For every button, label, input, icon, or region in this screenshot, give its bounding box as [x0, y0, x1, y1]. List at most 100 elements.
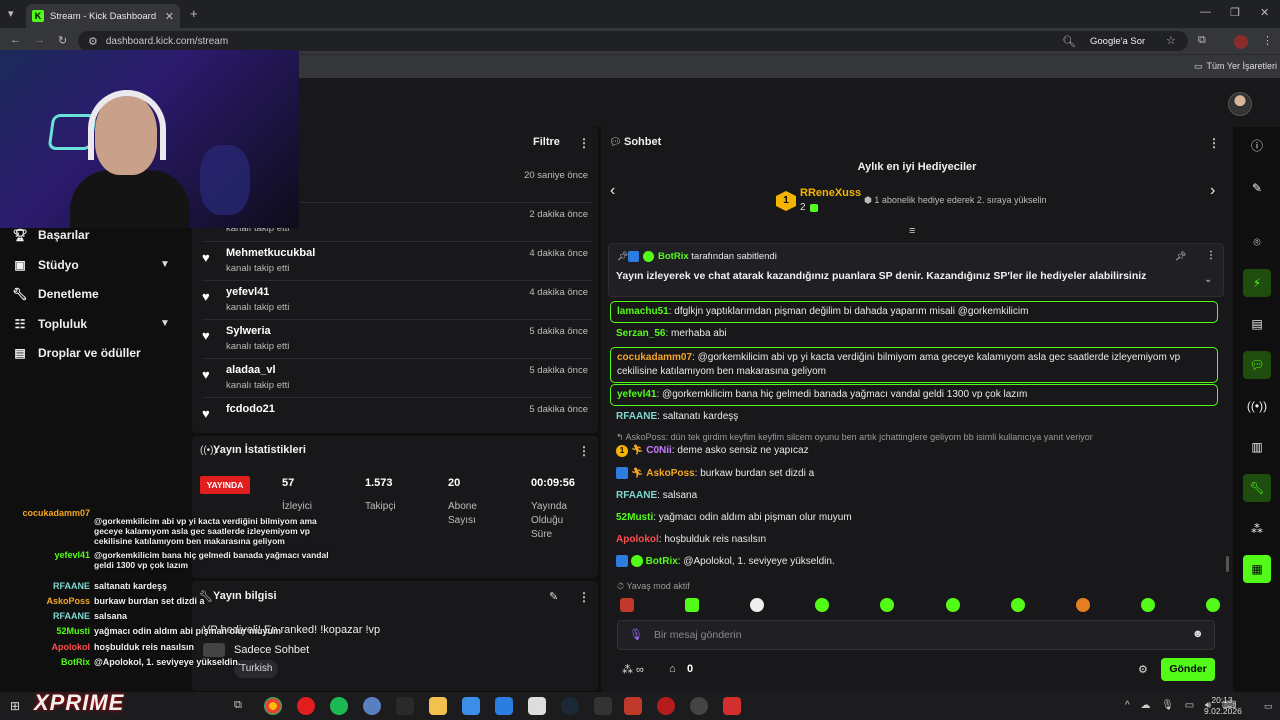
emote-icon[interactable]	[750, 598, 765, 612]
bookmark-star-icon[interactable]: ☆	[1166, 34, 1176, 47]
profile-icon[interactable]	[1234, 35, 1248, 49]
chat-message[interactable]: yefevl41: @gorkemkilicim bana hiç gelmed…	[610, 384, 1218, 406]
chat-toggle-icon[interactable]: 💬︎	[1243, 351, 1271, 379]
chevron-right-icon[interactable]: ›	[1210, 182, 1215, 200]
chat-message[interactable]: 1 🏃︎ C0Nii: deme asko sensiz ne yapıcaz	[610, 441, 1218, 461]
chat-message[interactable]: Serzan_56: merhaba abi	[610, 324, 1218, 344]
spotify-taskbar-icon[interactable]	[330, 697, 348, 715]
browser-menu-icon[interactable]: ⋮	[1262, 34, 1273, 47]
activity-user[interactable]: aladaa_vl	[226, 364, 276, 376]
chat-username[interactable]: C0Nii	[646, 445, 672, 456]
emote-icon[interactable]	[1010, 598, 1025, 612]
chat-username[interactable]: RFAANE	[616, 490, 657, 501]
app-taskbar-icon[interactable]	[363, 697, 381, 715]
emote-icon[interactable]	[880, 598, 895, 612]
chat-username[interactable]: RFAANE	[616, 411, 657, 422]
opera-taskbar-icon[interactable]	[297, 697, 315, 715]
app-taskbar-icon[interactable]	[624, 697, 642, 715]
reload-icon[interactable]: ↻	[58, 34, 67, 47]
stats-menu-icon[interactable]: ⋮	[578, 444, 590, 458]
clip-icon[interactable]: ▦	[1243, 555, 1271, 583]
notes-icon[interactable]: ▤	[1243, 310, 1271, 338]
tab-list-icon[interactable]: ▾	[8, 7, 14, 20]
chat-username[interactable]: Serzan_56	[616, 328, 665, 339]
filter-button[interactable]: Filtre	[533, 136, 560, 148]
valorant-taskbar-icon[interactable]	[723, 697, 741, 715]
chat-username[interactable]: 52Musti	[616, 512, 653, 523]
chat-message[interactable]: RFAANE: saltanatı kardeşş	[610, 407, 1218, 427]
app-taskbar-icon[interactable]	[495, 697, 513, 715]
window-close-icon[interactable]: ✕	[1260, 6, 1269, 19]
expand-pinned-icon[interactable]: ⌄	[1204, 274, 1212, 285]
chat-username[interactable]: yefevl41	[617, 389, 656, 400]
sidebar-item-droplar[interactable]: ▤ Droplar ve ödüller	[12, 346, 140, 360]
app-taskbar-icon[interactable]	[462, 697, 480, 715]
chevron-down-icon[interactable]: ▼	[160, 259, 170, 270]
camera-icon[interactable]: ⌾	[1243, 228, 1271, 256]
emote-icon[interactable]	[685, 598, 700, 612]
calculator-taskbar-icon[interactable]	[528, 697, 546, 715]
quick-action-icon[interactable]: ⚡︎	[1243, 269, 1271, 297]
chat-username[interactable]: lamachu51	[617, 306, 669, 317]
emote-icon[interactable]	[620, 598, 634, 612]
edit-icon[interactable]: ✎	[1243, 174, 1271, 202]
edit-icon[interactable]: ✎	[549, 590, 558, 603]
chat-menu-icon[interactable]: ⋮	[1208, 136, 1220, 150]
emoji-icon[interactable]: ☻	[1192, 628, 1204, 640]
layout-icon[interactable]: ▥	[1243, 433, 1271, 461]
channel-points-icon[interactable]: ⁂ ∞	[622, 663, 644, 676]
activity-user[interactable]: Sylweria	[226, 325, 271, 337]
activity-user[interactable]: yefevl41	[226, 286, 269, 298]
emote-icon[interactable]	[815, 598, 830, 612]
chat-message[interactable]: cocukadamm07: @gorkemkilicim abi vp yi k…	[610, 347, 1218, 383]
opera-gx-taskbar-icon[interactable]	[657, 697, 675, 715]
activity-user[interactable]: Mehmetkucukbal	[226, 247, 315, 259]
obs-taskbar-icon[interactable]	[690, 697, 708, 715]
zoom-icon[interactable]: 🔍︎	[1062, 35, 1076, 48]
info-icon[interactable]: ⓘ	[1243, 132, 1271, 160]
chat-username[interactable]: AskoPoss	[646, 468, 694, 479]
chat-message[interactable]: BotRix: @Apolokol, 1. seviyeye yükseldin…	[610, 552, 1218, 572]
chat-username[interactable]: BotRix	[646, 556, 678, 567]
browser-tab[interactable]: K Stream - Kick Dashboard ✕	[26, 4, 180, 28]
pinned-menu-icon[interactable]: ⋮	[1206, 250, 1216, 261]
emote-icon[interactable]	[1140, 598, 1155, 612]
store-icon[interactable]: ⌂	[669, 663, 676, 675]
chevron-left-icon[interactable]: ‹	[610, 182, 615, 200]
new-tab-icon[interactable]: +	[190, 6, 198, 21]
sidebar-item-topluluk[interactable]: ☷ Topluluk	[12, 317, 88, 331]
chat-username[interactable]: Apolokol	[616, 534, 659, 545]
folder-taskbar-icon[interactable]	[429, 697, 447, 715]
sidebar-item-denetleme[interactable]: 🔧︎ Denetleme	[12, 287, 98, 301]
chat-message[interactable]: RFAANE: salsana	[610, 486, 1218, 506]
moderation-icon[interactable]: 🔧︎	[1243, 474, 1271, 502]
microphone-icon[interactable]: 🎙︎	[629, 628, 643, 641]
emote-icon[interactable]	[1075, 598, 1090, 612]
activity-menu-icon[interactable]: ⋮	[578, 136, 590, 150]
chat-message[interactable]: Apolokol: hoşbulduk reis nasılsın	[610, 530, 1218, 550]
extensions-icon[interactable]: ⧉	[1198, 34, 1206, 47]
chat-username[interactable]: cocukadamm07	[617, 352, 692, 363]
unpin-icon[interactable]: 📌︎	[1175, 251, 1186, 262]
emote-icon[interactable]	[945, 598, 960, 612]
scroll-handle-icon[interactable]: ≡	[909, 225, 915, 237]
back-icon[interactable]: ←	[10, 34, 21, 46]
windows-start-icon[interactable]: ⊞	[10, 699, 20, 713]
sidebar-item-basarilar[interactable]: 🏆︎ Başarılar	[12, 228, 89, 242]
chat-message[interactable]: lamachu51: dfglkjn yaptıklarımdan pişman…	[610, 301, 1218, 323]
user-avatar[interactable]	[1228, 92, 1252, 116]
url-field[interactable]: ⚙ dashboard.kick.com/stream	[78, 31, 1188, 51]
chevron-down-icon[interactable]: ▼	[160, 318, 170, 329]
forward-icon[interactable]: →	[34, 34, 45, 46]
google-ask-button[interactable]: Google'a Sor	[1084, 33, 1152, 50]
broadcast-icon[interactable]: ((•))	[1243, 392, 1271, 420]
close-tab-icon[interactable]: ✕	[165, 10, 174, 23]
all-bookmarks-button[interactable]: ▭ Tüm Yer İşaretleri	[1194, 61, 1277, 72]
top-gifter-name[interactable]: RReneXuss	[800, 187, 861, 199]
maximize-icon[interactable]: ❐	[1230, 6, 1240, 19]
chat-message[interactable]: 🏃︎ AskoPoss: burkaw burdan set dizdi a	[610, 464, 1218, 484]
chat-settings-icon[interactable]: ⚙	[1138, 663, 1148, 676]
app-taskbar-icon[interactable]	[396, 697, 414, 715]
chat-scrollbar[interactable]	[1226, 556, 1229, 572]
emote-icon[interactable]	[1205, 598, 1220, 612]
